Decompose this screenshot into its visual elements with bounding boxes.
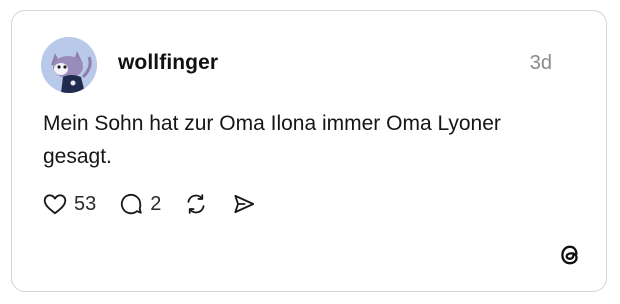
post-actions: 53 2 [42,189,257,219]
post-text: Mein Sohn hat zur Oma Ilona immer Oma Ly… [43,112,501,168]
share-button[interactable] [231,191,257,217]
cartoon-cat-avatar-icon [41,37,97,93]
repost-button[interactable] [183,191,209,217]
speech-bubble-icon [121,193,142,215]
threads-logo-icon[interactable] [556,241,584,269]
username[interactable]: wollfinger [118,51,218,75]
repost-icon [187,194,205,214]
reply-count: 2 [150,192,162,215]
reply-button[interactable]: 2 [118,191,161,217]
heart-icon [43,194,67,215]
avatar[interactable] [41,37,97,93]
post-timestamp[interactable]: 3d [530,52,552,75]
post-card[interactable]: wollfinger 3d Mein Sohn hat zur Oma Ilon… [11,10,607,292]
send-icon [234,194,255,214]
like-count: 53 [74,192,97,215]
like-button[interactable]: 53 [42,191,96,217]
